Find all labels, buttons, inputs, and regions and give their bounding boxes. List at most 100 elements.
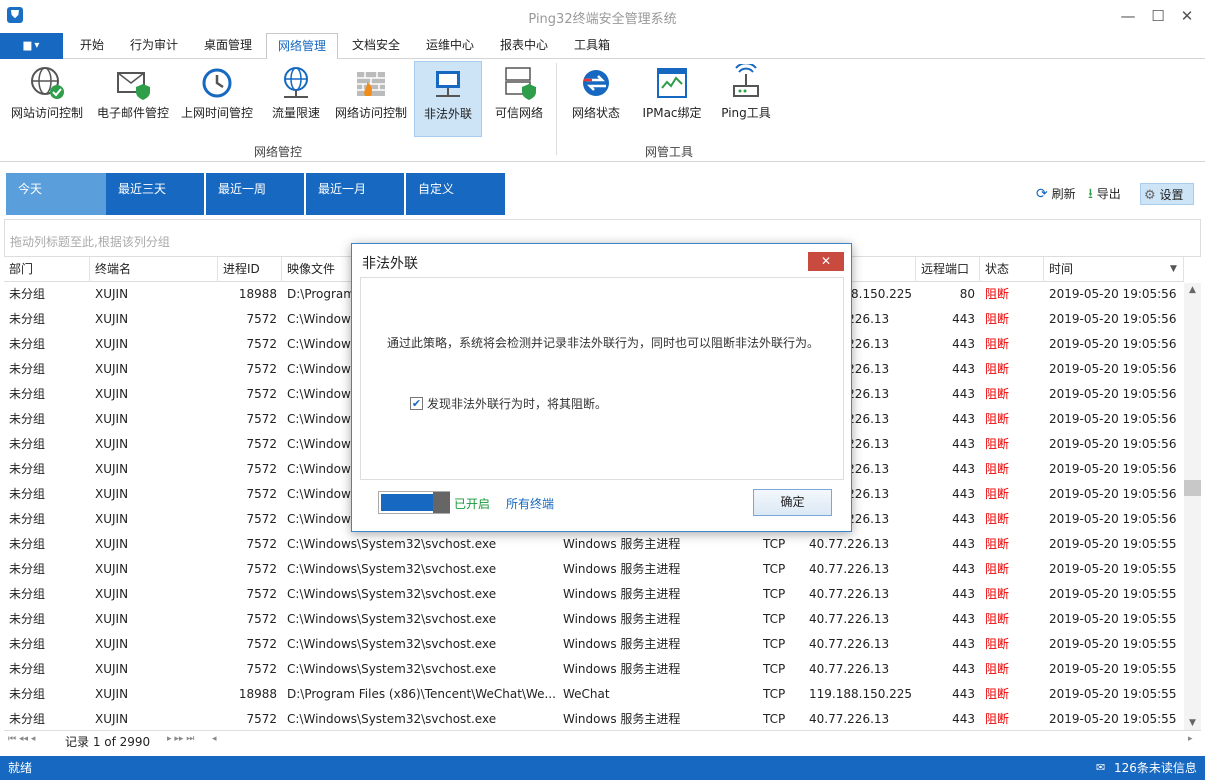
tab-report-center[interactable]: 报表中心 (488, 33, 560, 59)
column-header[interactable]: 进程ID (218, 257, 282, 282)
cell-remote-port: 80 (959, 287, 975, 301)
cell-remote-ip: 40.77.226.13 (809, 637, 890, 651)
cell-status: 阻断 (985, 362, 1010, 376)
block-checkbox[interactable]: ✔ (410, 397, 423, 410)
cell-remote-ip: 40.77.226.13 (809, 537, 890, 551)
sort-dropdown-icon[interactable]: ▼ (1170, 264, 1177, 274)
network-globe-icon (284, 67, 308, 98)
cell-protocol: TCP (763, 587, 786, 601)
unread-messages[interactable]: 126条未读信息 (1114, 756, 1197, 780)
filter-custom[interactable]: 自定义 (406, 173, 505, 215)
cell-terminal: XUJIN (95, 312, 129, 326)
cell-pid: 18988 (238, 287, 277, 301)
cell-pid: 7572 (246, 637, 277, 651)
tab-behavior-audit[interactable]: 行为审计 (118, 33, 190, 59)
toggle-knob[interactable] (433, 492, 450, 513)
column-header[interactable]: 终端名 (90, 257, 218, 282)
ipmac-binding-button[interactable]: IPMac绑定 (636, 61, 708, 137)
refresh-button[interactable]: ⟳ 刷新 (1036, 183, 1076, 205)
ok-button[interactable]: 确定 (753, 489, 832, 516)
tab-desktop-management[interactable]: 桌面管理 (192, 33, 264, 59)
scrollbar-thumb[interactable] (1184, 480, 1201, 496)
maximize-button[interactable]: ☐ (1146, 4, 1170, 28)
filter-last-week[interactable]: 最近一周 (206, 173, 304, 215)
column-header[interactable]: 部门 (4, 257, 90, 282)
menu-bar: ▆ ▾ 开始 行为审计 桌面管理 网络管理 文档安全 运维中心 报表中心 工具箱 (0, 33, 1205, 60)
cell-department: 未分组 (9, 562, 46, 576)
toggle-state-label: 已开启 (454, 497, 491, 511)
cell-remote-port: 443 (952, 462, 975, 476)
traffic-limit-button[interactable]: 流量限速 (266, 61, 326, 137)
tab-network-management[interactable]: 网络管理 (266, 33, 338, 60)
table-row[interactable]: 未分组 XUJIN 18988 D:\Program Files (x86)\Tenc… (4, 682, 1184, 707)
cell-time: 2019-05-20 19:05:56 (1049, 437, 1177, 451)
table-row[interactable]: 未分组 XUJIN 7572 C:\Windows\System32\svchost.… (4, 632, 1184, 657)
cell-remote-ip: 40.77.226.13 (809, 562, 890, 576)
cell-pid: 7572 (246, 312, 277, 326)
vertical-scrollbar[interactable]: ▲ ▼ (1184, 283, 1201, 730)
minimize-button[interactable]: — (1116, 4, 1140, 28)
table-row[interactable]: 未分组 XUJIN 7572 C:\Windows\System32\svchost.… (4, 582, 1184, 607)
table-row[interactable]: 未分组 XUJIN 7572 C:\Windows\System32\svchost.… (4, 532, 1184, 557)
pager-nav-first-prev[interactable]: ⏮ ◂◂ ◂ (8, 734, 35, 744)
table-row[interactable]: 未分组 XUJIN 7572 C:\Windows\System32\svchost.… (4, 557, 1184, 582)
cell-image-file: C:\Windows\System32\svchost.exe (287, 562, 497, 576)
trusted-network-button[interactable]: 可信网络 (488, 61, 550, 137)
tab-document-security[interactable]: 文档安全 (340, 33, 412, 59)
cell-remote-port: 443 (952, 337, 975, 351)
network-status-button[interactable]: 网络状态 (566, 61, 626, 137)
ribbon-button-label: IPMac绑定 (642, 106, 702, 120)
cell-process-desc: Windows 服务主进程 (563, 587, 681, 601)
cell-time: 2019-05-20 19:05:55 (1049, 687, 1177, 701)
scope-link[interactable]: 所有终端 (506, 495, 554, 512)
cell-remote-port: 443 (952, 612, 975, 626)
tab-start[interactable]: 开始 (68, 33, 116, 59)
email-control-button[interactable]: 电子邮件管控 (92, 61, 174, 137)
status-text: 就绪 (8, 761, 33, 775)
table-row[interactable]: 未分组 XUJIN 7572 C:\Windows\System32\svchost.… (4, 657, 1184, 682)
ping-tool-button[interactable]: Ping工具 (716, 61, 776, 137)
scroll-up-icon[interactable]: ▲ (1184, 283, 1201, 295)
dialog-close-button[interactable]: ✕ (808, 252, 844, 271)
close-window-button[interactable]: ✕ (1175, 4, 1199, 28)
column-header[interactable]: 时间 (1044, 257, 1184, 282)
website-access-control-button[interactable]: 网站访问控制 (6, 61, 88, 137)
settings-button[interactable]: ⚙ 设置 (1140, 183, 1194, 205)
column-header[interactable]: 状态 (980, 257, 1044, 282)
status-bar: 就绪 ✉ 126条未读信息 (0, 756, 1205, 780)
scroll-right-icon[interactable]: ▸ (1188, 734, 1193, 744)
export-button[interactable]: ⭳ 导出 (1088, 183, 1121, 205)
policy-toggle[interactable] (378, 491, 450, 514)
cell-pid: 7572 (246, 337, 277, 351)
filter-today[interactable]: 今天 (6, 173, 106, 215)
cell-terminal: XUJIN (95, 712, 129, 726)
network-access-control-button[interactable]: 网络访问控制 (331, 61, 411, 137)
table-row[interactable]: 未分组 XUJIN 7572 C:\Windows\System32\svchost.… (4, 707, 1184, 730)
scroll-down-icon[interactable]: ▼ (1184, 718, 1201, 728)
filter-last-month[interactable]: 最近一月 (306, 173, 404, 215)
scroll-left-icon[interactable]: ◂ (212, 734, 217, 744)
cell-status: 阻断 (985, 687, 1010, 701)
tab-ops-center[interactable]: 运维中心 (414, 33, 486, 59)
toggle-fill (381, 494, 433, 511)
cell-terminal: XUJIN (95, 412, 129, 426)
pager-nav-next-last[interactable]: ▸ ▸▸ ⏭ (167, 734, 194, 744)
column-header[interactable]: 远程端口 (916, 257, 980, 282)
cell-status: 阻断 (985, 587, 1010, 601)
refresh-icon: ⟳ (1036, 186, 1048, 202)
internet-time-control-button[interactable]: 上网时间管控 (177, 61, 257, 137)
cell-remote-port: 443 (952, 312, 975, 326)
filter-last-3-days[interactable]: 最近三天 (106, 173, 204, 215)
cell-remote-port: 443 (952, 587, 975, 601)
main-menu-button[interactable]: ▆ ▾ (0, 33, 63, 59)
illegal-outreach-button[interactable]: 非法外联 (414, 61, 482, 137)
block-checkbox-label[interactable]: 发现非法外联行为时，将其阻断。 (427, 395, 607, 412)
message-icon[interactable]: ✉ (1096, 756, 1105, 780)
ribbon-button-label: 非法外联 (423, 107, 472, 121)
table-row[interactable]: 未分组 XUJIN 7572 C:\Windows\System32\svchost.… (4, 607, 1184, 632)
cell-protocol: TCP (763, 562, 786, 576)
cell-terminal: XUJIN (95, 562, 129, 576)
cell-department: 未分组 (9, 362, 46, 376)
cell-remote-port: 443 (952, 512, 975, 526)
tab-toolbox[interactable]: 工具箱 (562, 33, 622, 59)
